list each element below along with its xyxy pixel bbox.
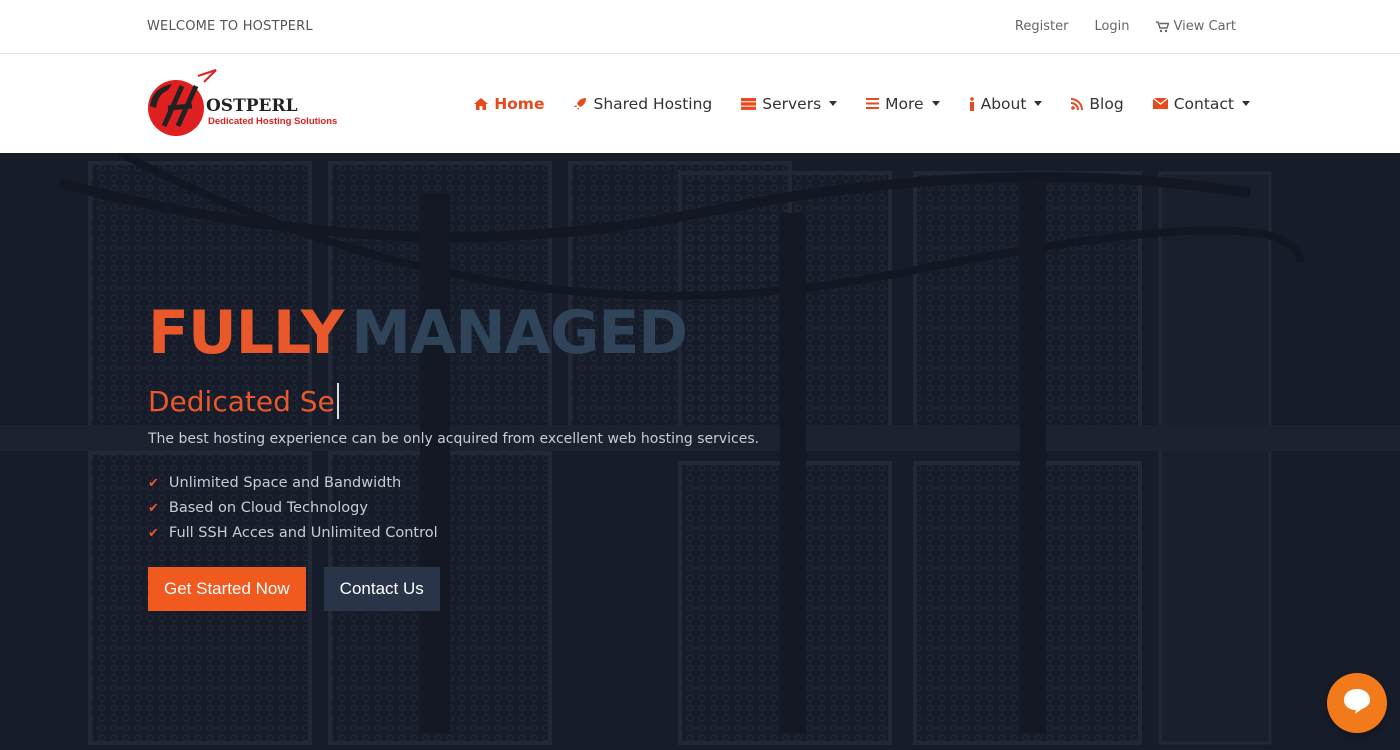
hero-lead-text: The best hosting experience can be only … [148, 431, 760, 447]
hero-headline: FULLY MANAGED [148, 303, 759, 363]
chevron-down-icon [1242, 101, 1250, 106]
chevron-down-icon [931, 101, 940, 106]
top-links: Register Login View Cart [1015, 19, 1236, 34]
register-link[interactable]: Register [1015, 19, 1069, 34]
hero-typed-subtitle: Dedicated Se [148, 383, 759, 419]
site-header: OSTPERL Dedicated Hosting Solutions Home… [0, 54, 1400, 153]
feature-list: ✔ Unlimited Space and Bandwidth ✔ Based … [148, 475, 759, 541]
list-item: ✔ Unlimited Space and Bandwidth [148, 475, 759, 491]
nav-more[interactable]: More [866, 94, 940, 113]
chevron-down-icon [1034, 101, 1043, 106]
rocket-icon [573, 97, 587, 111]
nav-contact-label: Contact [1173, 94, 1234, 113]
check-icon: ✔ [148, 525, 159, 541]
list-item: ✔ Full SSH Acces and Unlimited Control [148, 525, 759, 541]
menu-icon [866, 98, 880, 109]
logo-text: OSTPERL [206, 95, 298, 116]
nav-home-label: Home [494, 94, 545, 113]
nav-home[interactable]: Home [474, 95, 544, 113]
rss-icon [1071, 97, 1084, 110]
nav-more-label: More [885, 94, 924, 113]
headline-word-2: MANAGED [351, 298, 688, 368]
contact-us-button[interactable]: Contact Us [323, 567, 440, 611]
nav-blog-label: Blog [1089, 94, 1124, 113]
view-cart-label: View Cart [1173, 19, 1236, 34]
chat-icon [1342, 687, 1372, 719]
chevron-down-icon [829, 101, 838, 106]
get-started-button[interactable]: Get Started Now [148, 567, 306, 611]
home-icon [474, 97, 489, 110]
chat-widget-button[interactable] [1327, 673, 1387, 733]
nav-shared-hosting[interactable]: Shared Hosting [573, 95, 712, 113]
site-logo[interactable]: OSTPERL Dedicated Hosting Solutions [138, 68, 348, 140]
view-cart-link[interactable]: View Cart [1155, 19, 1236, 34]
logo-tagline: Dedicated Hosting Solutions [208, 115, 338, 127]
nav-servers[interactable]: Servers [741, 94, 838, 113]
nav-about[interactable]: About [969, 95, 1043, 113]
typing-cursor [336, 383, 339, 419]
typed-text: Dedicated Se [148, 384, 335, 418]
list-item: ✔ Based on Cloud Technology [148, 500, 759, 516]
info-icon [969, 96, 975, 111]
feature-label: Unlimited Space and Bandwidth [168, 475, 402, 491]
headline-word-1: FULLY [148, 298, 344, 368]
main-nav: Home Shared Hosting Servers More About B… [474, 95, 1250, 113]
server-icon [741, 97, 757, 110]
hero-content: FULLY MANAGED Dedicated Se The best hosti… [148, 303, 759, 611]
nav-contact[interactable]: Contact [1152, 94, 1250, 113]
hero-buttons: Get Started Now Contact Us [148, 567, 759, 611]
top-bar: WELCOME TO HOSTPERL Register Login View … [0, 0, 1400, 54]
nav-shared-hosting-label: Shared Hosting [593, 94, 713, 113]
check-icon: ✔ [148, 475, 159, 491]
welcome-text: WELCOME TO HOSTPERL [147, 19, 313, 34]
login-link[interactable]: Login [1094, 19, 1129, 34]
nav-blog[interactable]: Blog [1071, 94, 1124, 113]
check-icon: ✔ [148, 500, 159, 516]
cart-icon [1155, 20, 1169, 33]
feature-label: Full SSH Acces and Unlimited Control [168, 525, 438, 541]
feature-label: Based on Cloud Technology [168, 500, 368, 516]
envelope-icon [1152, 98, 1168, 109]
nav-about-label: About [980, 94, 1027, 113]
nav-servers-label: Servers [762, 94, 822, 113]
hero-section: FULLY MANAGED Dedicated Se The best hosti… [0, 153, 1400, 750]
